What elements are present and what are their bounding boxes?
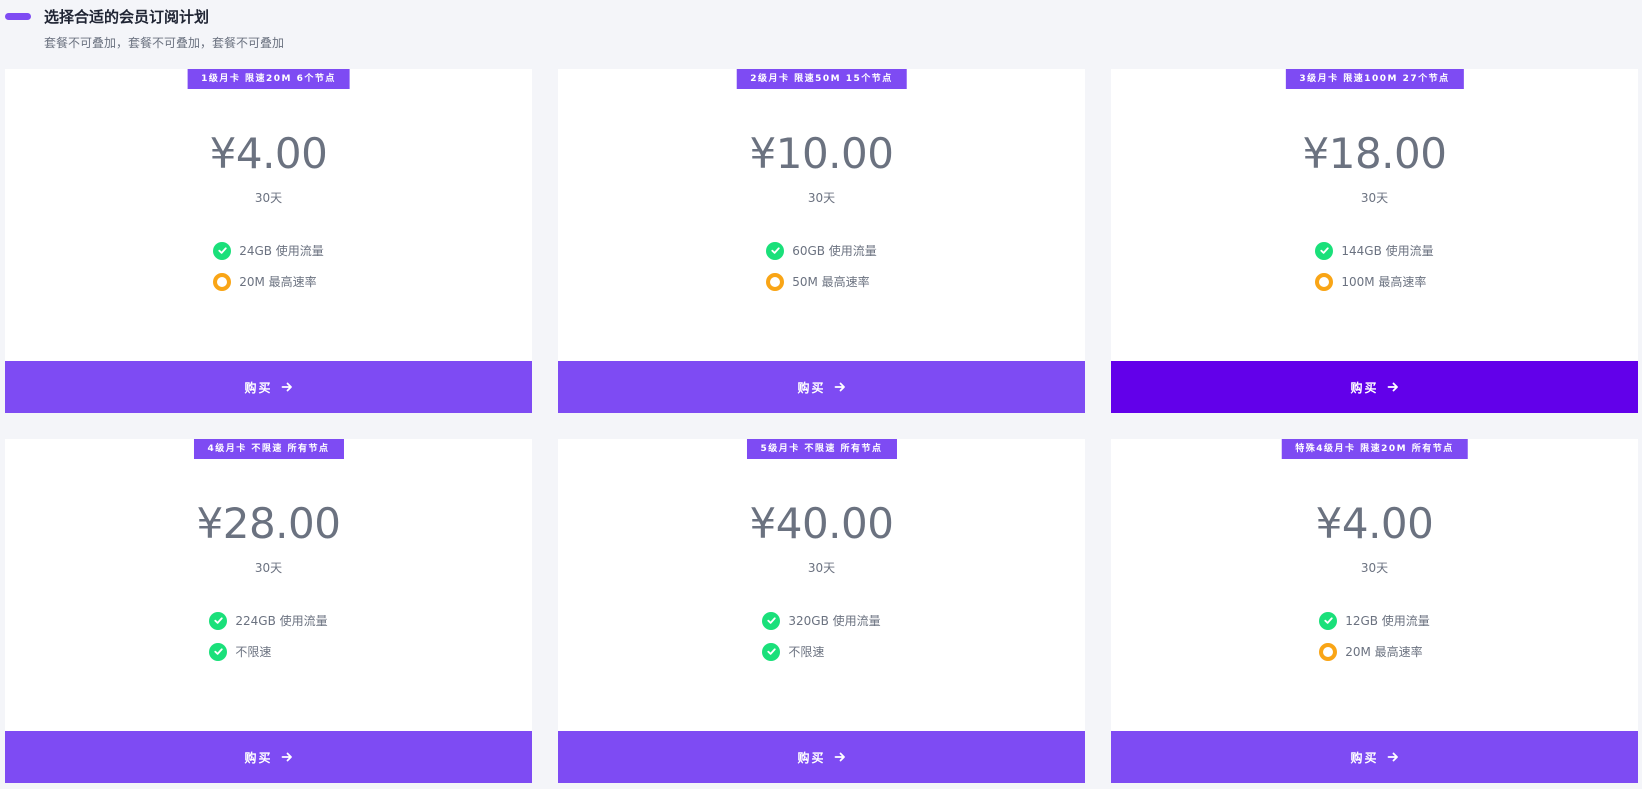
plan-card-6: 特殊4级月卡 限速20M 所有节点 ¥4.00 30天 12GB 使用流量 20… bbox=[1111, 439, 1638, 783]
feature-text: 144GB 使用流量 bbox=[1341, 244, 1434, 258]
arrow-right-icon bbox=[834, 752, 845, 762]
buy-label: 购买 bbox=[797, 380, 826, 395]
buy-button[interactable]: 购买 bbox=[558, 361, 1085, 413]
plan-tag: 5级月卡 不限速 所有节点 bbox=[746, 439, 897, 459]
ring-icon bbox=[766, 272, 785, 291]
plan-features: 60GB 使用流量 50M 最高速率 bbox=[558, 235, 1085, 297]
arrow-right-icon bbox=[281, 752, 292, 762]
feature-text: 20M 最高速率 bbox=[239, 275, 317, 289]
feature-text: 50M 最高速率 bbox=[792, 275, 870, 289]
plan-tag: 2级月卡 限速50M 15个节点 bbox=[736, 69, 907, 89]
plan-features: 24GB 使用流量 20M 最高速率 bbox=[5, 235, 532, 297]
feature-item: 12GB 使用流量 bbox=[1319, 605, 1430, 636]
arrow-right-icon bbox=[834, 382, 845, 392]
feature-text: 不限速 bbox=[235, 645, 272, 659]
plan-price: ¥28.00 bbox=[196, 499, 341, 548]
buy-label: 购买 bbox=[1350, 380, 1379, 395]
ring-icon bbox=[213, 272, 232, 291]
feature-item: 320GB 使用流量 bbox=[762, 605, 881, 636]
title-accent-bar bbox=[5, 13, 31, 20]
feature-item: 20M 最高速率 bbox=[1319, 636, 1423, 667]
feature-item: 24GB 使用流量 bbox=[213, 235, 324, 266]
plan-features: 144GB 使用流量 100M 最高速率 bbox=[1111, 235, 1638, 297]
plan-tag: 4级月卡 不限速 所有节点 bbox=[193, 439, 344, 459]
check-circle-icon bbox=[209, 611, 228, 630]
plan-card-4: 4级月卡 不限速 所有节点 ¥28.00 30天 224GB 使用流量 不限速 … bbox=[5, 439, 532, 783]
feature-item: 60GB 使用流量 bbox=[766, 235, 877, 266]
ring-icon bbox=[1319, 642, 1338, 661]
buy-button[interactable]: 购买 bbox=[5, 731, 532, 783]
plan-price: ¥4.00 bbox=[1315, 499, 1434, 548]
page-subtitle: 套餐不可叠加，套餐不可叠加，套餐不可叠加 bbox=[44, 36, 285, 50]
plan-period: 30天 bbox=[1360, 191, 1389, 205]
page-title: 选择合适的会员订阅计划 bbox=[44, 8, 210, 26]
plan-tag: 3级月卡 限速100M 27个节点 bbox=[1285, 69, 1464, 89]
arrow-right-icon bbox=[1387, 382, 1398, 392]
feature-text: 24GB 使用流量 bbox=[239, 244, 324, 258]
plan-price: ¥10.00 bbox=[749, 129, 894, 178]
plan-card-1: 1级月卡 限速20M 6个节点 ¥4.00 30天 24GB 使用流量 20M … bbox=[5, 69, 532, 413]
arrow-right-icon bbox=[1387, 752, 1398, 762]
feature-text: 320GB 使用流量 bbox=[788, 614, 881, 628]
buy-button[interactable]: 购买 bbox=[1111, 731, 1638, 783]
plan-price: ¥40.00 bbox=[749, 499, 894, 548]
feature-text: 60GB 使用流量 bbox=[792, 244, 877, 258]
feature-item: 100M 最高速率 bbox=[1315, 266, 1426, 297]
feature-item: 144GB 使用流量 bbox=[1315, 235, 1434, 266]
check-circle-icon bbox=[1319, 611, 1338, 630]
feature-item: 不限速 bbox=[762, 636, 824, 667]
page-header: 选择合适的会员订阅计划 套餐不可叠加，套餐不可叠加，套餐不可叠加 bbox=[0, 0, 1642, 60]
plan-features: 12GB 使用流量 20M 最高速率 bbox=[1111, 605, 1638, 667]
feature-text: 100M 最高速率 bbox=[1341, 275, 1427, 289]
plan-card-3: 3级月卡 限速100M 27个节点 ¥18.00 30天 144GB 使用流量 … bbox=[1111, 69, 1638, 413]
plan-price: ¥4.00 bbox=[209, 129, 328, 178]
plan-period: 30天 bbox=[254, 191, 283, 205]
plan-card-5: 5级月卡 不限速 所有节点 ¥40.00 30天 320GB 使用流量 不限速 … bbox=[558, 439, 1085, 783]
plan-features: 224GB 使用流量 不限速 bbox=[5, 605, 532, 667]
check-circle-icon bbox=[762, 642, 781, 661]
plan-period: 30天 bbox=[254, 561, 283, 575]
feature-item: 不限速 bbox=[209, 636, 271, 667]
feature-text: 12GB 使用流量 bbox=[1345, 614, 1430, 628]
check-circle-icon bbox=[766, 241, 785, 260]
feature-item: 224GB 使用流量 bbox=[209, 605, 328, 636]
check-circle-icon bbox=[1315, 241, 1334, 260]
buy-label: 购买 bbox=[244, 750, 273, 765]
plan-tag: 1级月卡 限速20M 6个节点 bbox=[187, 69, 350, 89]
plan-period: 30天 bbox=[1360, 561, 1389, 575]
feature-text: 224GB 使用流量 bbox=[235, 614, 328, 628]
check-circle-icon bbox=[209, 642, 228, 661]
buy-button[interactable]: 购买 bbox=[5, 361, 532, 413]
arrow-right-icon bbox=[281, 382, 292, 392]
buy-button[interactable]: 购买 bbox=[1111, 361, 1638, 413]
check-circle-icon bbox=[213, 241, 232, 260]
feature-item: 20M 最高速率 bbox=[213, 266, 317, 297]
buy-button[interactable]: 购买 bbox=[558, 731, 1085, 783]
buy-label: 购买 bbox=[244, 380, 273, 395]
plan-card-2: 2级月卡 限速50M 15个节点 ¥10.00 30天 60GB 使用流量 50… bbox=[558, 69, 1085, 413]
plan-features: 320GB 使用流量 不限速 bbox=[558, 605, 1085, 667]
buy-label: 购买 bbox=[1350, 750, 1379, 765]
plan-period: 30天 bbox=[807, 191, 836, 205]
plan-period: 30天 bbox=[807, 561, 836, 575]
feature-text: 20M 最高速率 bbox=[1345, 645, 1423, 659]
plan-price: ¥18.00 bbox=[1302, 129, 1447, 178]
buy-label: 购买 bbox=[797, 750, 826, 765]
feature-text: 不限速 bbox=[788, 645, 825, 659]
check-circle-icon bbox=[762, 611, 781, 630]
ring-icon bbox=[1315, 272, 1334, 291]
plan-tag: 特殊4级月卡 限速20M 所有节点 bbox=[1281, 439, 1468, 459]
feature-item: 50M 最高速率 bbox=[766, 266, 870, 297]
